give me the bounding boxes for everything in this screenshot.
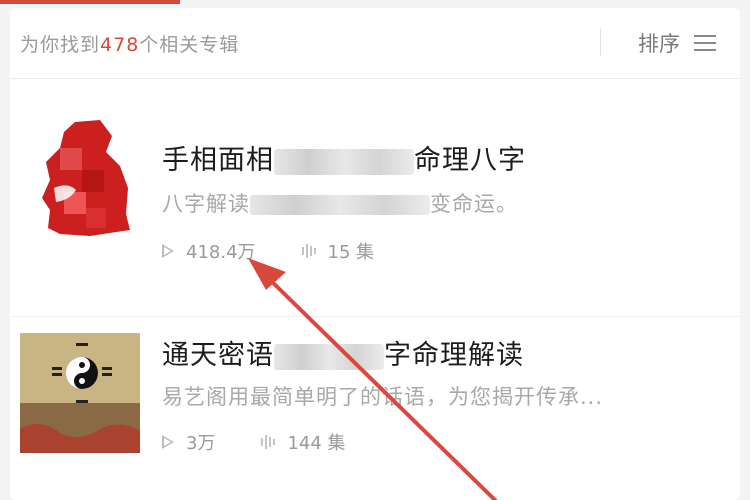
album-title: 通天密语 字命理解读 — [162, 333, 524, 372]
album-cover-taiji — [20, 333, 140, 453]
divider — [600, 28, 601, 56]
play-count-icon — [162, 244, 174, 258]
sort-button[interactable]: 排序 — [638, 26, 716, 60]
album-desc-start: 八字解读 — [162, 192, 250, 216]
sort-label: 排序 — [638, 32, 680, 56]
top-tab-indicator — [0, 0, 180, 4]
album-description: 易艺阁用最简单明了的话语，为您揭开传承... — [162, 385, 604, 409]
album-title-end: 命理八字 — [414, 145, 526, 176]
result-count: 478 — [100, 34, 140, 56]
album-desc-end: 变命运。 — [430, 192, 518, 216]
episode-count: 144 集 — [287, 433, 346, 454]
album-description: 八字解读 变命运。 — [162, 188, 518, 218]
blurred-text — [274, 343, 384, 370]
menu-icon — [694, 35, 716, 51]
result-count-text: 为你找到478个相关专辑 — [20, 30, 239, 57]
album-item[interactable]: 通天密语 字命理解读 易艺阁用最简单明了的话语，为您揭开传承... 3万 144 … — [10, 316, 740, 467]
result-summary-bar: 为你找到478个相关专辑 排序 — [10, 8, 740, 79]
album-title-end: 字命理解读 — [384, 340, 524, 371]
album-meta: 418.4万 15 集 — [162, 238, 374, 264]
search-results-panel: 为你找到478个相关专辑 排序 手相面相 命理八字 八字解读 变命运。 418.4万 — [10, 8, 740, 500]
episode-icon — [261, 435, 276, 449]
album-cover-red — [20, 118, 140, 238]
blurred-text — [250, 195, 430, 215]
play-count-icon — [162, 435, 174, 449]
play-count: 418.4万 — [186, 242, 256, 263]
result-suffix: 个相关专辑 — [139, 34, 240, 56]
album-title-start: 手相面相 — [162, 145, 274, 176]
episode-count: 15 集 — [327, 242, 375, 263]
album-item[interactable]: 手相面相 命理八字 八字解读 变命运。 418.4万 15 集 — [10, 118, 740, 268]
album-title: 手相面相 命理八字 — [162, 138, 526, 177]
result-prefix: 为你找到 — [20, 34, 101, 56]
album-meta: 3万 144 集 — [162, 429, 346, 455]
play-count: 3万 — [186, 433, 216, 454]
episode-icon — [301, 244, 316, 258]
album-title-start: 通天密语 — [162, 340, 274, 371]
blurred-text — [274, 148, 414, 175]
